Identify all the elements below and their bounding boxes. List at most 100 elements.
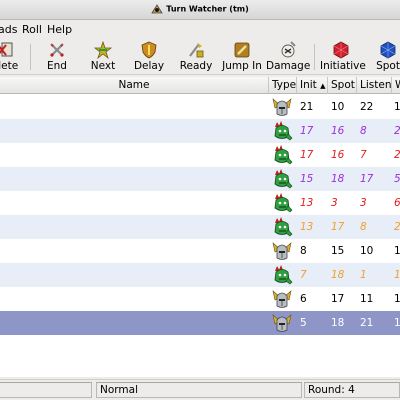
cell-spot: 15 bbox=[331, 245, 345, 257]
cell-will: 5 bbox=[394, 167, 400, 191]
cell-spot: 18 bbox=[331, 173, 345, 185]
cell-will: 1 bbox=[394, 245, 400, 257]
cell-init: 13 bbox=[300, 197, 314, 209]
cell-will: 6 bbox=[394, 191, 400, 215]
cell-init: 5 bbox=[300, 317, 307, 329]
cell-spot: 16 bbox=[331, 125, 345, 137]
menu-roll[interactable]: Roll bbox=[22, 23, 42, 36]
table-row-selected[interactable]: 5 18 21 1 bbox=[0, 311, 400, 335]
status-round: Round: 4 bbox=[304, 382, 400, 398]
delay-button[interactable]: Delay bbox=[132, 39, 166, 75]
col-header-name[interactable]: Name bbox=[0, 77, 269, 94]
table-row[interactable]: 13 3 3 6 bbox=[0, 191, 400, 215]
delete-label: elete bbox=[0, 60, 19, 72]
cell-init: 8 bbox=[300, 245, 307, 257]
cell-init: 21 bbox=[300, 101, 314, 113]
cell-will: 1 bbox=[394, 101, 400, 113]
end-button[interactable]: End bbox=[40, 39, 74, 75]
table-row[interactable]: 15 18 17 5 bbox=[0, 167, 400, 191]
menu-commands[interactable]: ads bbox=[0, 23, 17, 36]
swords-icon bbox=[48, 41, 66, 59]
toolbar-separator bbox=[30, 44, 31, 70]
spot-label: Spot bbox=[376, 60, 400, 72]
monster-icon bbox=[269, 215, 297, 239]
delete-button[interactable]: elete bbox=[0, 39, 22, 75]
status-mode: Normal bbox=[96, 382, 302, 398]
cell-name bbox=[0, 167, 268, 191]
menu-bar: ads Roll Help bbox=[0, 20, 400, 39]
table-row[interactable]: 8 15 10 1 bbox=[0, 239, 400, 263]
table-row[interactable]: 21 10 22 1 bbox=[0, 95, 400, 119]
spot-button[interactable]: Spot bbox=[372, 39, 400, 75]
cell-listen: 22 bbox=[360, 101, 374, 113]
cell-name bbox=[0, 191, 268, 215]
sort-ascending-icon: ▲ bbox=[320, 82, 326, 90]
next-star-icon bbox=[93, 40, 113, 60]
menu-help[interactable]: Help bbox=[47, 23, 72, 36]
shield-icon bbox=[140, 41, 158, 59]
jump-in-button[interactable]: Jump In bbox=[222, 39, 262, 75]
player-character-icon bbox=[269, 95, 297, 119]
cell-listen: 17 bbox=[360, 173, 374, 185]
monster-icon bbox=[269, 143, 297, 167]
cell-will: 2 bbox=[394, 119, 400, 143]
cell-init: 15 bbox=[300, 173, 314, 185]
cell-init: 6 bbox=[300, 293, 307, 305]
window-title: Turn Watcher (tm) bbox=[166, 4, 249, 14]
ready-button[interactable]: Ready bbox=[178, 39, 214, 75]
cell-name bbox=[0, 215, 268, 239]
cell-name bbox=[0, 263, 268, 287]
cell-name bbox=[0, 143, 268, 167]
monster-icon bbox=[269, 263, 297, 287]
monster-icon bbox=[269, 119, 297, 143]
cell-listen: 3 bbox=[360, 197, 367, 209]
initiative-button[interactable]: Initiative bbox=[320, 39, 366, 75]
cell-name bbox=[0, 119, 268, 143]
table-row[interactable]: 6 17 11 1 bbox=[0, 287, 400, 311]
damage-label: Damage bbox=[266, 60, 311, 72]
table-row[interactable]: 17 16 7 2 bbox=[0, 143, 400, 167]
cell-name bbox=[0, 287, 268, 311]
cell-listen: 7 bbox=[360, 149, 367, 161]
d20-icon bbox=[332, 41, 350, 59]
player-character-icon bbox=[269, 311, 297, 335]
title-bar: Turn Watcher (tm) bbox=[0, 0, 400, 20]
monster-icon bbox=[269, 167, 297, 191]
toolbar-separator bbox=[314, 44, 315, 70]
cell-listen: 11 bbox=[360, 293, 374, 305]
table-row[interactable]: 13 17 8 2 bbox=[0, 215, 400, 239]
table-row[interactable]: 7 18 1 1 bbox=[0, 263, 400, 287]
col-header-will[interactable]: W bbox=[392, 77, 400, 94]
jump-in-icon bbox=[233, 41, 251, 59]
cell-will: 1 bbox=[394, 263, 400, 287]
app-icon bbox=[151, 3, 163, 15]
monster-icon bbox=[269, 191, 297, 215]
cell-spot: 17 bbox=[331, 293, 345, 305]
ready-icon bbox=[187, 41, 205, 59]
end-label: End bbox=[47, 60, 67, 72]
next-label: Next bbox=[90, 60, 116, 72]
delay-label: Delay bbox=[133, 60, 165, 72]
cell-init: 13 bbox=[300, 221, 314, 233]
cell-name bbox=[0, 311, 268, 335]
col-header-init[interactable]: Init ▲ bbox=[297, 77, 328, 94]
combatants-table: Name Type Init ▲ Spot Listen W 211022117… bbox=[0, 77, 400, 377]
spot-icon bbox=[379, 41, 397, 59]
player-character-icon bbox=[269, 239, 297, 263]
col-header-listen[interactable]: Listen bbox=[357, 77, 392, 94]
col-header-init-label: Init bbox=[300, 79, 317, 91]
ready-label: Ready bbox=[179, 60, 213, 72]
cell-init: 7 bbox=[300, 269, 307, 281]
cell-init: 17 bbox=[300, 125, 314, 137]
cell-will: 2 bbox=[394, 215, 400, 239]
table-row[interactable]: 17 16 8 2 bbox=[0, 119, 400, 143]
player-character-icon bbox=[269, 287, 297, 311]
next-button[interactable]: Next bbox=[86, 39, 120, 75]
cell-listen: 8 bbox=[360, 125, 367, 137]
damage-button[interactable]: Damage bbox=[266, 39, 310, 75]
col-header-type[interactable]: Type bbox=[269, 77, 297, 94]
cell-spot: 10 bbox=[331, 101, 345, 113]
cell-will: 1 bbox=[394, 317, 400, 329]
cell-spot: 18 bbox=[331, 317, 345, 329]
col-header-spot[interactable]: Spot bbox=[328, 77, 357, 94]
